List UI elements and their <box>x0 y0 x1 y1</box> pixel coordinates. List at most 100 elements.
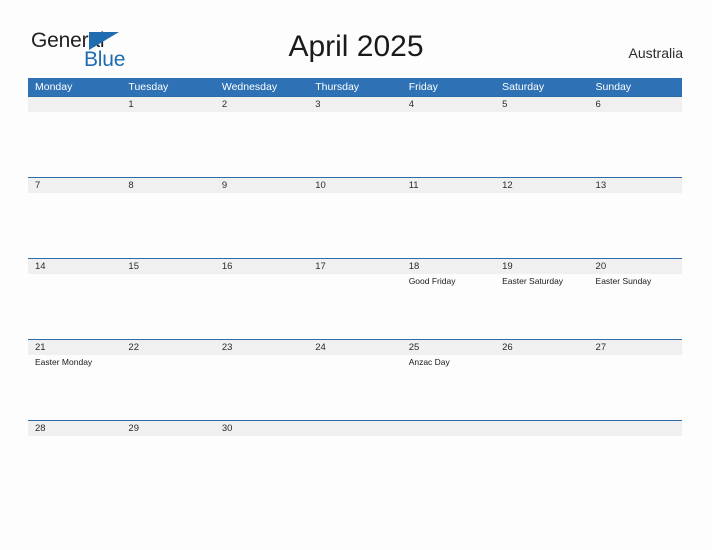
day-cell[interactable] <box>215 355 308 420</box>
day-number[interactable] <box>495 421 588 436</box>
day-cell[interactable] <box>121 193 214 258</box>
event-label: Easter Monday <box>35 357 93 367</box>
day-cell[interactable]: Anzac Day <box>402 355 495 420</box>
day-cell[interactable] <box>495 193 588 258</box>
day-number[interactable]: 15 <box>121 259 214 274</box>
day-number[interactable]: 11 <box>402 178 495 193</box>
week-row: 1 2 3 4 5 6 <box>28 96 682 177</box>
week-row: 21 22 23 24 25 26 27 Easter Monday Anzac… <box>28 339 682 420</box>
day-cell[interactable] <box>308 112 401 177</box>
day-number[interactable]: 1 <box>121 97 214 112</box>
week-row: 28 29 30 <box>28 420 682 501</box>
day-cell[interactable] <box>308 355 401 420</box>
day-number[interactable]: 5 <box>495 97 588 112</box>
day-number[interactable]: 24 <box>308 340 401 355</box>
day-number[interactable] <box>308 421 401 436</box>
day-number[interactable]: 4 <box>402 97 495 112</box>
day-cell[interactable] <box>589 112 682 177</box>
week-date-band: 21 22 23 24 25 26 27 <box>28 340 682 355</box>
week-date-band: 1 2 3 4 5 6 <box>28 97 682 112</box>
weekday-header-saturday: Saturday <box>502 81 545 93</box>
day-cell[interactable] <box>121 436 214 501</box>
day-cell[interactable] <box>495 112 588 177</box>
weekday-header-wednesday: Wednesday <box>221 81 278 93</box>
day-cell[interactable]: Easter Monday <box>28 355 121 420</box>
day-cell[interactable] <box>215 193 308 258</box>
day-number[interactable]: 20 <box>589 259 682 274</box>
weekday-header-sunday: Sunday <box>595 81 632 93</box>
day-cell[interactable]: Easter Saturday <box>495 274 588 339</box>
day-cell[interactable] <box>215 274 308 339</box>
day-number[interactable]: 3 <box>308 97 401 112</box>
week-event-body: Good Friday Easter Saturday Easter Sunda… <box>28 274 682 339</box>
day-cell[interactable] <box>308 274 401 339</box>
week-date-band: 28 29 30 <box>28 421 682 436</box>
event-label: Easter Sunday <box>595 276 652 286</box>
day-cell[interactable] <box>28 193 121 258</box>
day-number[interactable]: 18 <box>402 259 495 274</box>
day-number[interactable]: 9 <box>215 178 308 193</box>
week-date-band: 14 15 16 17 18 19 20 <box>28 259 682 274</box>
page-header: General Blue April 2025 Australia <box>0 0 712 78</box>
day-number[interactable] <box>402 421 495 436</box>
week-event-body <box>28 193 682 258</box>
day-cell[interactable] <box>589 193 682 258</box>
day-number[interactable]: 12 <box>495 178 588 193</box>
weekday-header-row: Monday Tuesday Wednesday Thursday Friday… <box>28 78 682 96</box>
day-number[interactable]: 30 <box>215 421 308 436</box>
day-number[interactable]: 8 <box>121 178 214 193</box>
day-number[interactable]: 7 <box>28 178 121 193</box>
day-number[interactable]: 16 <box>215 259 308 274</box>
day-number[interactable]: 21 <box>28 340 121 355</box>
day-number[interactable]: 23 <box>215 340 308 355</box>
day-cell[interactable] <box>215 112 308 177</box>
day-cell[interactable] <box>495 436 588 501</box>
day-number[interactable]: 19 <box>495 259 588 274</box>
day-cell[interactable] <box>28 112 121 177</box>
weekday-header-thursday: Thursday <box>315 81 360 93</box>
day-number[interactable]: 14 <box>28 259 121 274</box>
day-cell[interactable] <box>495 355 588 420</box>
day-number[interactable]: 2 <box>215 97 308 112</box>
weekday-header-tuesday: Tuesday <box>128 81 169 93</box>
day-number[interactable] <box>28 97 121 112</box>
day-number[interactable]: 28 <box>28 421 121 436</box>
week-row: 14 15 16 17 18 19 20 Good Friday Easter … <box>28 258 682 339</box>
day-number[interactable] <box>589 421 682 436</box>
day-cell[interactable] <box>121 274 214 339</box>
day-cell[interactable]: Good Friday <box>402 274 495 339</box>
week-event-body <box>28 436 682 501</box>
day-number[interactable]: 26 <box>495 340 588 355</box>
day-cell[interactable] <box>215 436 308 501</box>
day-cell[interactable] <box>589 436 682 501</box>
week-event-body <box>28 112 682 177</box>
day-number[interactable]: 22 <box>121 340 214 355</box>
week-date-band: 7 8 9 10 11 12 13 <box>28 178 682 193</box>
day-cell[interactable] <box>308 193 401 258</box>
day-cell[interactable] <box>402 193 495 258</box>
day-cell[interactable] <box>402 112 495 177</box>
day-cell[interactable] <box>28 436 121 501</box>
day-number[interactable]: 17 <box>308 259 401 274</box>
day-cell[interactable] <box>28 274 121 339</box>
day-number[interactable]: 27 <box>589 340 682 355</box>
week-event-body: Easter Monday Anzac Day <box>28 355 682 420</box>
weekday-header-friday: Friday <box>408 81 438 93</box>
day-number[interactable]: 29 <box>121 421 214 436</box>
region-label: Australia <box>628 45 683 61</box>
day-cell[interactable] <box>121 112 214 177</box>
day-number[interactable]: 6 <box>589 97 682 112</box>
day-number[interactable]: 25 <box>402 340 495 355</box>
day-cell[interactable] <box>121 355 214 420</box>
event-label: Good Friday <box>408 276 456 286</box>
day-cell[interactable]: Easter Sunday <box>589 274 682 339</box>
calendar-grid: Monday Tuesday Wednesday Thursday Friday… <box>28 78 682 501</box>
page-title: April 2025 <box>288 30 424 63</box>
day-cell[interactable] <box>308 436 401 501</box>
event-label: Easter Saturday <box>502 276 564 286</box>
day-cell[interactable] <box>589 355 682 420</box>
day-cell[interactable] <box>402 436 495 501</box>
day-number[interactable]: 10 <box>308 178 401 193</box>
day-number[interactable]: 13 <box>589 178 682 193</box>
event-label: Anzac Day <box>408 357 450 367</box>
